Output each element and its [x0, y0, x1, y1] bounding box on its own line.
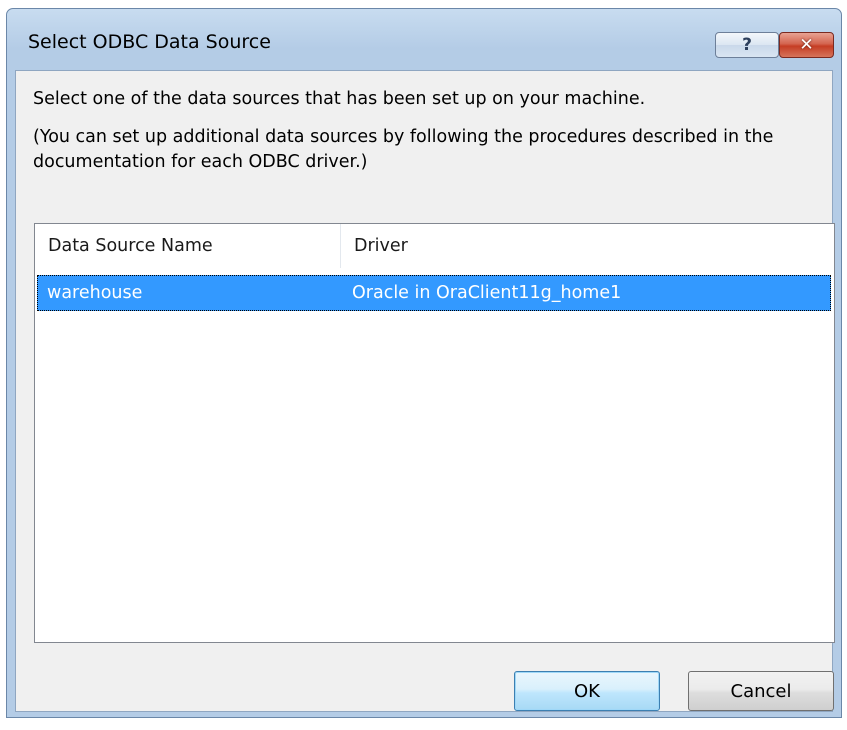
data-source-name-cell: warehouse [47, 283, 143, 303]
driver-cell: Oracle in OraClient11g_home1 [352, 283, 622, 303]
help-icon: ? [742, 35, 752, 55]
dialog-body: Select one of the data sources that has … [15, 70, 835, 712]
help-button[interactable]: ? [715, 32, 779, 58]
column-header-driver[interactable]: Driver [341, 224, 831, 268]
data-source-list[interactable]: Data Source Name Driver warehouse Oracle… [34, 223, 835, 643]
close-icon: ✕ [799, 35, 814, 55]
select-odbc-dialog: Select ODBC Data Source ? ✕ Select one o… [6, 8, 842, 718]
cancel-button[interactable]: Cancel [688, 671, 834, 711]
title-bar[interactable]: Select ODBC Data Source ? ✕ [7, 9, 841, 69]
list-row-warehouse[interactable]: warehouse Oracle in OraClient11g_home1 [37, 275, 831, 311]
column-header-data-source-name[interactable]: Data Source Name [35, 224, 341, 268]
list-header: Data Source Name Driver [35, 224, 831, 268]
note-text: (You can set up additional data sources … [33, 127, 774, 172]
close-button[interactable]: ✕ [779, 32, 834, 58]
window-title: Select ODBC Data Source [28, 31, 271, 53]
ok-button[interactable]: OK [514, 671, 660, 711]
instruction-text: Select one of the data sources that has … [33, 89, 646, 109]
